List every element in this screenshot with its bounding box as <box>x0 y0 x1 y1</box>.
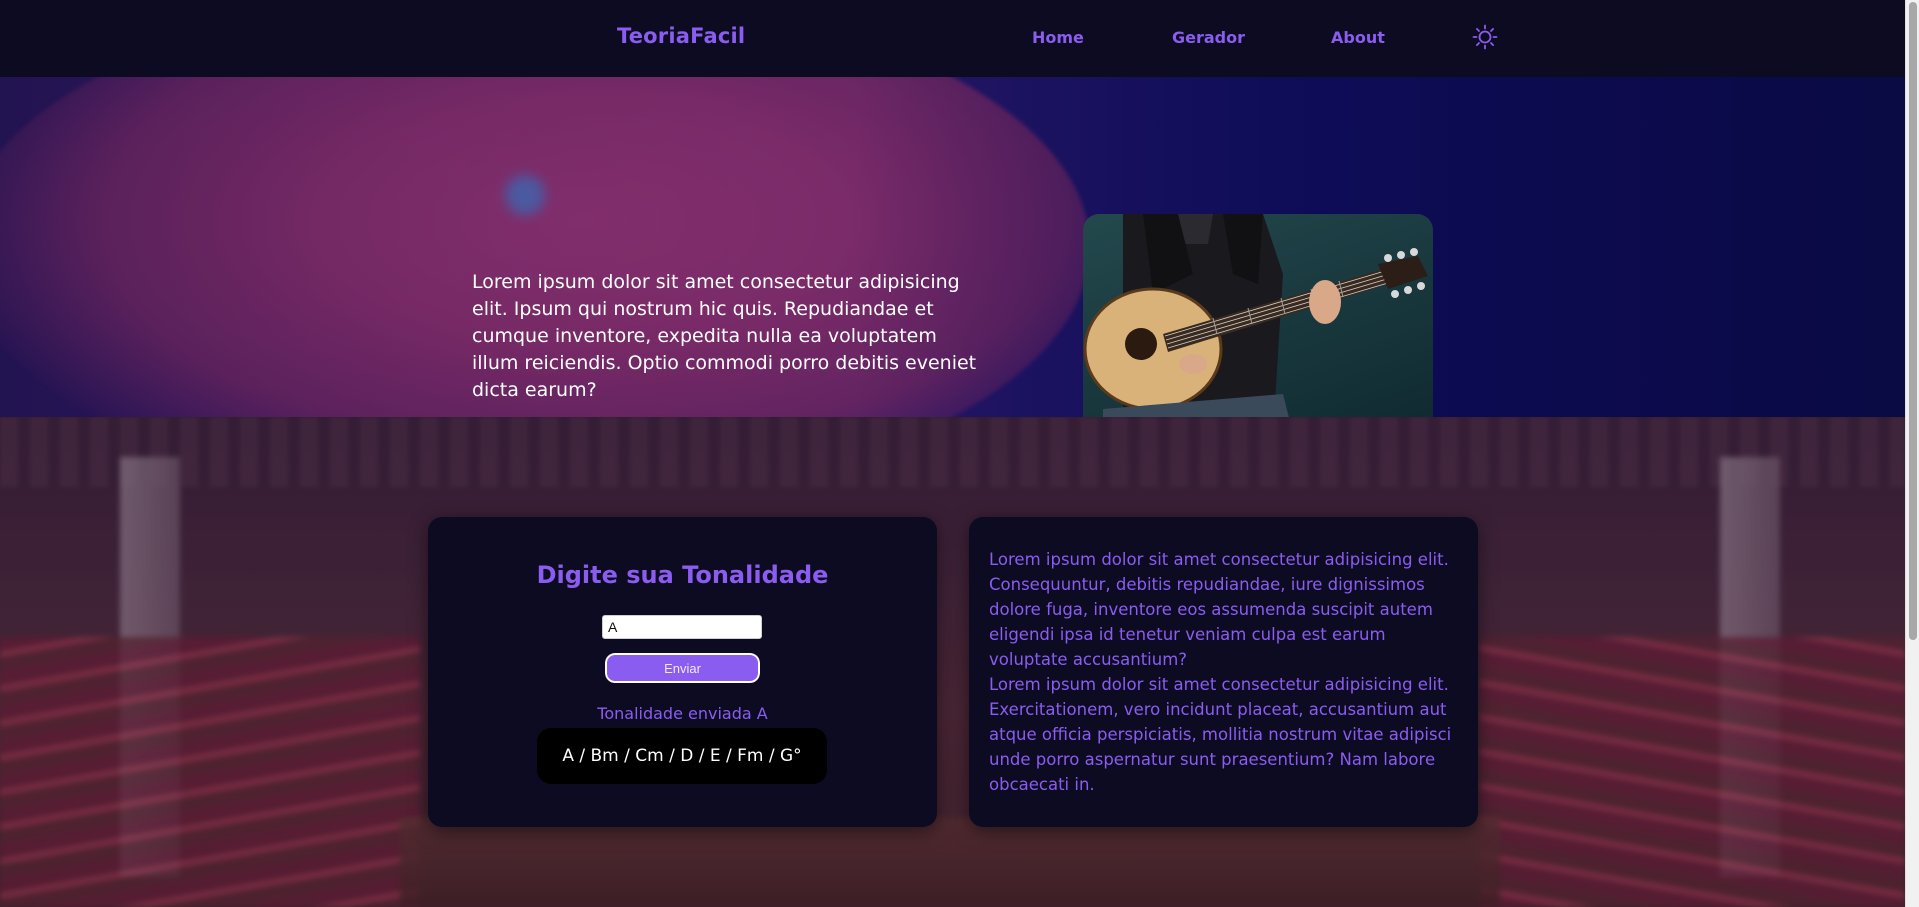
chords-result: A / Bm / Cm / D / E / Fm / G° <box>537 728 827 784</box>
key-generator-card: Digite sua Tonalidade Enviar Tonalidade … <box>428 517 937 827</box>
scrollbar-thumb[interactable] <box>1909 2 1917 640</box>
page-scrollbar[interactable] <box>1905 0 1919 907</box>
navbar: TeoriaFacil Home Gerador About <box>0 0 1905 77</box>
concert-overlay <box>0 417 1905 907</box>
info-paragraph-2: Lorem ipsum dolor sit amet consectetur a… <box>989 675 1452 794</box>
nav-link-gerador[interactable]: Gerador <box>1172 28 1245 47</box>
nav-link-home[interactable]: Home <box>1032 28 1084 47</box>
send-button[interactable]: Enviar <box>604 652 761 684</box>
brand-logo[interactable]: TeoriaFacil <box>617 24 745 48</box>
hero-section: Lorem ipsum dolor sit amet consectetur a… <box>0 77 1905 417</box>
key-input[interactable] <box>602 615 762 639</box>
guitar-photo <box>1083 214 1433 417</box>
info-paragraph-1: Lorem ipsum dolor sit amet consectetur a… <box>989 550 1449 669</box>
concert-background-section <box>0 417 1905 907</box>
sent-key-label: Tonalidade enviada A <box>597 704 768 723</box>
info-text: Lorem ipsum dolor sit amet consectetur a… <box>989 547 1464 797</box>
hero-text: Lorem ipsum dolor sit amet consectetur a… <box>472 271 977 401</box>
generator-title: Digite sua Tonalidade <box>536 561 829 589</box>
sun-icon[interactable] <box>1472 24 1498 50</box>
nav-link-about[interactable]: About <box>1331 28 1385 47</box>
info-card: Lorem ipsum dolor sit amet consectetur a… <box>969 517 1478 827</box>
